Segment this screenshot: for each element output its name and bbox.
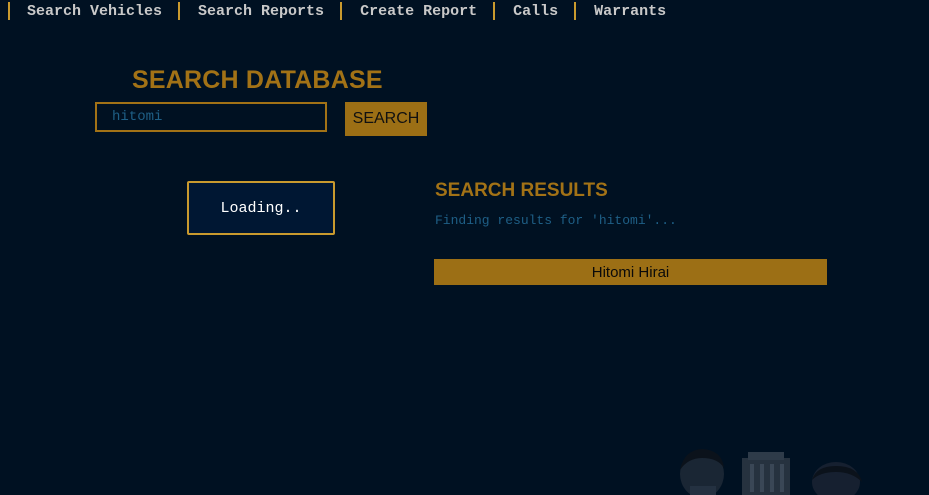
loading-indicator: Loading.. [187, 181, 335, 235]
nav-divider [178, 2, 181, 20]
nav-divider [8, 2, 10, 20]
search-input[interactable] [95, 102, 327, 132]
loading-text: Loading.. [220, 199, 302, 217]
nav-warrants[interactable]: Warrants [594, 3, 666, 20]
nav-divider [574, 2, 577, 20]
search-results-title: SEARCH RESULTS [435, 180, 608, 201]
search-result-item[interactable]: Hitomi Hirai [434, 259, 827, 285]
result-name: Hitomi Hirai [591, 263, 670, 281]
nav-search-vehicles[interactable]: Search Vehicles [27, 3, 162, 20]
search-button[interactable]: SEARCH [345, 102, 427, 136]
nav-search-reports[interactable]: Search Reports [198, 3, 324, 20]
background-portraits-image [680, 449, 862, 495]
top-navigation: Search Vehicles Search Reports Create Re… [0, 0, 682, 22]
nav-divider [340, 2, 343, 20]
nav-calls[interactable]: Calls [513, 3, 558, 20]
search-database-title: SEARCH DATABASE [132, 66, 383, 94]
nav-divider [493, 2, 496, 20]
nav-create-report[interactable]: Create Report [360, 3, 477, 20]
search-status-text: Finding results for 'hitomi'... [435, 213, 677, 228]
